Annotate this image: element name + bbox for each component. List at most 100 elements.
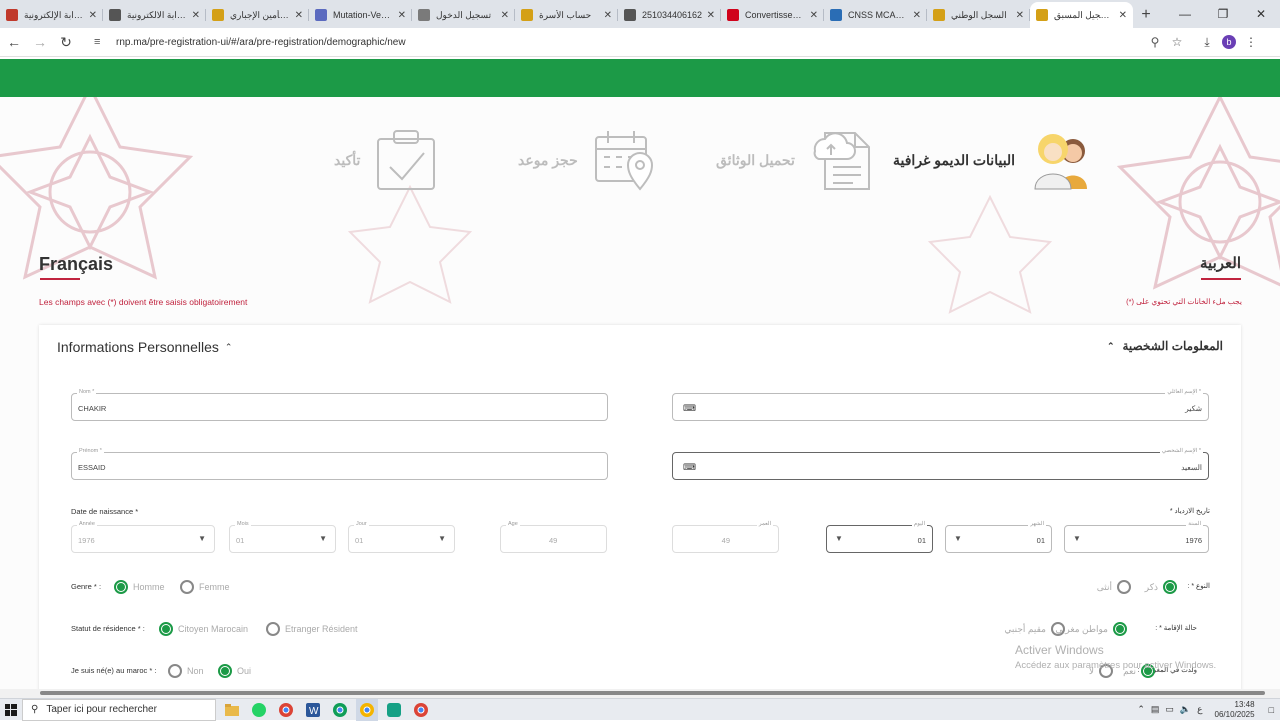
network-icon[interactable]: ▤: [1151, 704, 1160, 715]
radio-button[interactable]: [168, 664, 182, 678]
new-tab-button[interactable]: +: [1133, 2, 1159, 28]
tab-close-icon[interactable]: ✕: [1119, 10, 1127, 21]
radio-button[interactable]: [1051, 622, 1065, 636]
tab-close-icon[interactable]: ✕: [604, 10, 612, 21]
tab-close-icon[interactable]: ✕: [1016, 10, 1024, 21]
browser-tab[interactable]: نظام التأمين الإجباري ✕: [206, 2, 309, 28]
tray-chevron-up-icon[interactable]: ⌃: [1137, 704, 1145, 715]
clock[interactable]: 13:48 06/10/2025: [1215, 700, 1255, 720]
chrome-icon[interactable]: [356, 698, 378, 721]
step-appointment[interactable]: حجز موعد: [518, 127, 658, 193]
annee-select[interactable]: Année 1976 ▼: [71, 521, 215, 553]
tab-title: السجل الوطني: [951, 9, 1007, 20]
tab-close-icon[interactable]: ✕: [913, 10, 921, 21]
chrome-icon[interactable]: [410, 699, 432, 721]
zoom-icon[interactable]: ⚲: [1144, 35, 1166, 49]
nom-ar-field[interactable]: الإسم العائلي * ⌨ شكير: [672, 389, 1209, 421]
tab-close-icon[interactable]: ✕: [192, 10, 200, 21]
file-explorer-icon[interactable]: [221, 699, 243, 721]
site-info-icon[interactable]: ≡: [94, 36, 110, 48]
reload-button[interactable]: ↻: [54, 30, 78, 54]
tab-close-icon[interactable]: ✕: [89, 10, 97, 21]
radio-citoyen[interactable]: Citoyen Marocain: [159, 622, 248, 636]
radio-label: مقيم أجنبي: [1004, 623, 1046, 634]
bookmark-star-icon[interactable]: ☆: [1166, 35, 1188, 49]
word-icon[interactable]: W: [302, 699, 324, 721]
minimize-button[interactable]: —: [1166, 0, 1204, 28]
nom-field[interactable]: Nom * CHAKIR: [71, 389, 608, 421]
browser-tab-bar: البوابة الإلكترونية ✕ البوابة الالكترونية ✕…: [0, 0, 1280, 28]
radio-etranger-ar[interactable]: مقيم أجنبي: [1004, 622, 1065, 636]
forward-button[interactable]: →: [28, 30, 52, 54]
mois-select[interactable]: Mois 01 ▼: [229, 521, 336, 553]
jour-ar-select[interactable]: اليوم 01 ▼: [826, 521, 933, 553]
profile-avatar[interactable]: b: [1222, 35, 1236, 49]
browser-tab[interactable]: حساب الأسرة ✕: [515, 2, 618, 28]
browser-tab[interactable]: السجل الوطني ✕: [927, 2, 1030, 28]
url-text[interactable]: rnp.ma/pre-registration-ui/#/ara/pre-reg…: [116, 37, 1144, 48]
radio-ontha[interactable]: أنثى: [1097, 580, 1131, 594]
browser-tab[interactable]: Convertissez des fichiers ✕: [721, 2, 824, 28]
radio-button[interactable]: [266, 622, 280, 636]
radio-femme[interactable]: Femme: [180, 580, 230, 594]
chrome-icon[interactable]: [329, 699, 351, 721]
radio-non[interactable]: Non: [168, 664, 204, 678]
step-demographic[interactable]: البيانات الديمو غرافية: [893, 127, 1095, 193]
browser-tab[interactable]: 251034406162 ✕: [618, 2, 721, 28]
maximize-button[interactable]: ❐: [1204, 0, 1242, 28]
section-toggle-ar[interactable]: المعلومات الشخصية ⌃: [1107, 339, 1223, 353]
document-upload-icon: [813, 132, 870, 190]
radio-button[interactable]: [180, 580, 194, 594]
chrome-icon[interactable]: [275, 699, 297, 721]
keyboard-icon[interactable]: ⌨: [683, 403, 696, 414]
taskbar-search[interactable]: ⚲ Taper ici pour rechercher: [22, 698, 216, 721]
notification-icon[interactable]: □: [1269, 705, 1274, 715]
horizontal-scrollbar[interactable]: [0, 689, 1280, 698]
browser-tab[interactable]: تسجيل الدخول ✕: [412, 2, 515, 28]
windows-start-button[interactable]: [0, 699, 22, 721]
radio-button[interactable]: [1163, 580, 1177, 594]
mois-ar-select[interactable]: الشهر 01 ▼: [945, 521, 1052, 553]
annee-ar-select[interactable]: السنة 1976 ▼: [1064, 521, 1209, 553]
radio-button[interactable]: [1113, 622, 1127, 636]
browser-tab[interactable]: البوابة الإلكترونية ✕: [0, 2, 103, 28]
download-icon[interactable]: ⤓: [1196, 35, 1218, 50]
omnibox[interactable]: ≡ rnp.ma/pre-registration-ui/#/ara/pre-r…: [86, 30, 1196, 54]
tab-close-icon[interactable]: ✕: [398, 10, 406, 21]
whatsapp-icon[interactable]: [248, 699, 270, 721]
prenom-field[interactable]: Prénom * ESSAID: [71, 448, 608, 480]
tab-close-icon[interactable]: ✕: [810, 10, 818, 21]
step-confirmation[interactable]: تأكيد: [334, 127, 440, 193]
section-toggle-fr[interactable]: Informations Personnelles ⌃: [57, 339, 232, 355]
scrollbar-thumb[interactable]: [40, 691, 1265, 695]
radio-oui[interactable]: Oui: [218, 664, 251, 678]
browser-tab[interactable]: CNSS MCAL Portail ✕: [824, 2, 927, 28]
language-indicator[interactable]: ع: [1197, 704, 1202, 715]
dropdown-arrow-icon: ▼: [319, 534, 327, 543]
radio-citoyen-ar[interactable]: مواطن مغربي: [1055, 622, 1127, 636]
watermark-text: Accédez aux paramètres pour activer Wind…: [1015, 660, 1217, 671]
jour-select[interactable]: Jour 01 ▼: [348, 521, 455, 553]
prenom-ar-field[interactable]: الإسم الشخصي * ⌨ السعيد: [672, 448, 1209, 480]
radio-button[interactable]: [159, 622, 173, 636]
volume-icon[interactable]: 🔈: [1180, 704, 1191, 715]
browser-tab[interactable]: البوابة الالكترونية ✕: [103, 2, 206, 28]
browser-tab[interactable]: Mutation-Vehicule ✕: [309, 2, 412, 28]
step-documents[interactable]: تحميل الوثائق: [716, 127, 873, 193]
app-icon[interactable]: [383, 699, 405, 721]
battery-icon[interactable]: ▭: [1165, 704, 1174, 715]
keyboard-icon[interactable]: ⌨: [683, 462, 696, 473]
radio-etranger[interactable]: Etranger Résident: [266, 622, 358, 636]
tab-close-icon[interactable]: ✕: [295, 10, 303, 21]
radio-homme[interactable]: Homme: [114, 580, 165, 594]
radio-dakar[interactable]: ذكر: [1145, 580, 1177, 594]
close-window-button[interactable]: ✕: [1242, 0, 1280, 28]
browser-tab[interactable]: التسجيل المسبق ✕: [1030, 2, 1133, 28]
back-button[interactable]: ←: [2, 30, 26, 54]
tab-close-icon[interactable]: ✕: [501, 10, 509, 21]
radio-button[interactable]: [114, 580, 128, 594]
menu-kebab-icon[interactable]: ⋮: [1240, 35, 1262, 49]
tab-close-icon[interactable]: ✕: [707, 10, 715, 21]
radio-button[interactable]: [1117, 580, 1131, 594]
radio-button[interactable]: [218, 664, 232, 678]
